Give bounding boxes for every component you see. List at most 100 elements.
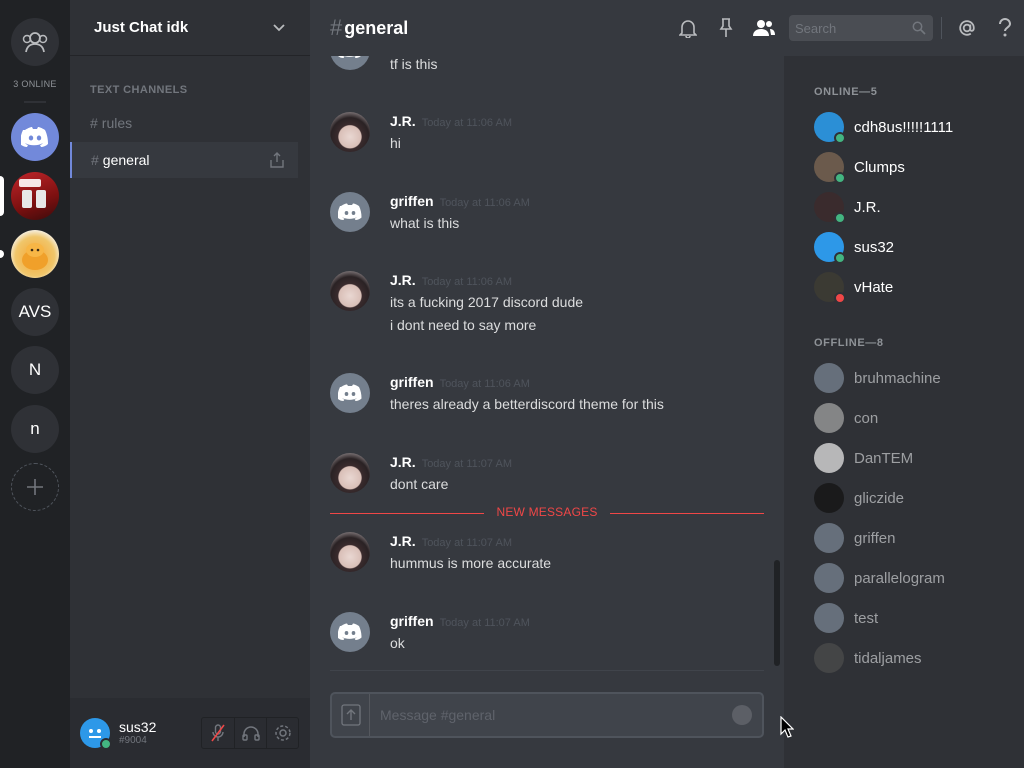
server-discord[interactable] <box>11 113 59 161</box>
member-item[interactable]: test <box>814 602 1014 634</box>
new-messages-label: NEW MESSAGES <box>484 505 610 519</box>
avatar <box>814 152 846 184</box>
upload-button[interactable] <box>332 694 370 736</box>
message-author[interactable]: J.R. <box>390 533 416 549</box>
avatar <box>814 232 846 264</box>
message-author[interactable]: J.R. <box>390 272 416 288</box>
message-author[interactable]: griffen <box>390 613 434 629</box>
status-online-icon <box>834 252 846 264</box>
member-item[interactable]: vHate <box>814 271 1014 304</box>
member-name: griffen <box>854 529 896 547</box>
at-sign-icon <box>959 20 975 36</box>
help-button[interactable] <box>986 9 1024 47</box>
friends-home-button[interactable] <box>11 18 59 66</box>
create-invite-icon[interactable] <box>270 152 284 168</box>
discord-default-avatar-icon <box>338 384 362 401</box>
avatar[interactable] <box>330 453 370 493</box>
status-online-icon <box>834 132 846 144</box>
hash-icon: # <box>330 15 343 40</box>
avatar[interactable] <box>330 532 370 572</box>
server-avs[interactable]: AVS <box>11 288 59 336</box>
message-author[interactable]: griffen <box>390 374 434 390</box>
message-author[interactable]: J.R. <box>390 113 416 129</box>
message-scrollbar[interactable] <box>774 560 780 666</box>
avatar <box>814 443 844 473</box>
new-messages-divider: NEW MESSAGES <box>330 505 764 521</box>
chat-area: tf is this J.R. Today at 11:06 AM hi grif… <box>310 0 1024 768</box>
member-item[interactable]: sus32 <box>814 231 1014 264</box>
member-name: gliczide <box>854 489 905 507</box>
member-item[interactable]: parallelogram <box>814 562 1014 594</box>
username: sus32 <box>119 719 157 735</box>
message-author[interactable]: griffen <box>390 193 434 209</box>
member-item[interactable]: tidaljames <box>814 642 1014 674</box>
message-timestamp: Today at 11:06 AM <box>421 117 512 129</box>
avatar[interactable] <box>330 373 370 413</box>
message: J.R. Today at 11:07 AM dont care <box>330 453 770 496</box>
message-text: its a fucking 2017 discord dude <box>390 294 584 310</box>
message-text: hummus is more accurate <box>390 555 552 571</box>
avatar <box>814 483 844 513</box>
emoji-picker-button[interactable] <box>732 705 752 725</box>
avatar[interactable] <box>80 718 112 750</box>
message-author[interactable]: J.R. <box>390 454 416 470</box>
member-item[interactable]: Clumps <box>814 151 1014 184</box>
add-server-button[interactable] <box>11 463 59 511</box>
server-pudding[interactable] <box>11 230 59 278</box>
status-online-icon <box>834 172 846 184</box>
headphones-icon <box>241 726 260 741</box>
message-text: hi <box>390 135 401 151</box>
member-name: con <box>854 409 879 427</box>
avatar <box>814 643 844 673</box>
message-input[interactable] <box>370 695 732 735</box>
avatar[interactable] <box>330 112 370 152</box>
message: griffen Today at 11:06 AM what is this <box>330 192 770 235</box>
member-item[interactable]: bruhmachine <box>814 362 1014 394</box>
server-pudding-image <box>22 243 48 270</box>
guild-header[interactable]: Just Chat idk <box>70 0 310 56</box>
user-settings-button[interactable] <box>266 718 298 748</box>
message-list[interactable]: tf is this J.R. Today at 11:06 AM hi grif… <box>310 0 776 670</box>
rail-divider <box>24 101 46 103</box>
server-youtube[interactable] <box>11 172 59 220</box>
chevron-down-icon <box>273 23 285 31</box>
pinned-messages-button[interactable] <box>707 9 745 47</box>
mute-button[interactable] <box>202 718 234 748</box>
channel-item-rules[interactable]: # rules <box>70 105 298 141</box>
avatar[interactable] <box>330 612 370 652</box>
status-dnd-icon <box>834 292 846 304</box>
guild-name: Just Chat idk <box>94 19 189 36</box>
deafen-button[interactable] <box>234 718 266 748</box>
avatar[interactable] <box>330 271 370 311</box>
active-server-indicator <box>0 176 4 216</box>
channel-item-general[interactable]: # general <box>70 142 298 178</box>
message: griffen Today at 11:07 AM ok <box>330 612 770 655</box>
message-text: tf is this <box>390 56 438 72</box>
avatar <box>814 403 844 433</box>
message: J.R. Today at 11:06 AM its a fucking 2017… <box>330 271 770 337</box>
member-item[interactable]: griffen <box>814 522 1014 554</box>
member-item[interactable]: DanTEM <box>814 442 1014 474</box>
member-item[interactable]: J.R. <box>814 191 1014 224</box>
message-text: i dont need to say more <box>390 317 537 333</box>
avatar <box>814 272 846 304</box>
avatar <box>814 363 844 393</box>
message-timestamp: Today at 11:07 AM <box>439 617 530 629</box>
discord-default-avatar-icon <box>338 623 362 640</box>
hash-icon: # <box>90 115 98 131</box>
member-item[interactable]: gliczide <box>814 482 1014 514</box>
mentions-button[interactable] <box>948 9 986 47</box>
members-icon <box>753 20 775 36</box>
member-item[interactable]: con <box>814 402 1014 434</box>
member-list-toggle[interactable] <box>745 9 783 47</box>
notifications-button[interactable] <box>669 9 707 47</box>
member-item[interactable]: cdh8us!!!!!1111 <box>814 111 1014 144</box>
avatar <box>814 523 844 553</box>
offline-group-label: OFFLINE—8 <box>814 337 884 349</box>
search-icon <box>912 21 926 35</box>
help-icon <box>999 18 1012 37</box>
member-name: J.R. <box>854 198 881 216</box>
server-n-upper[interactable]: N <box>11 346 59 394</box>
avatar[interactable] <box>330 192 370 232</box>
server-n-lower[interactable]: n <box>11 405 59 453</box>
